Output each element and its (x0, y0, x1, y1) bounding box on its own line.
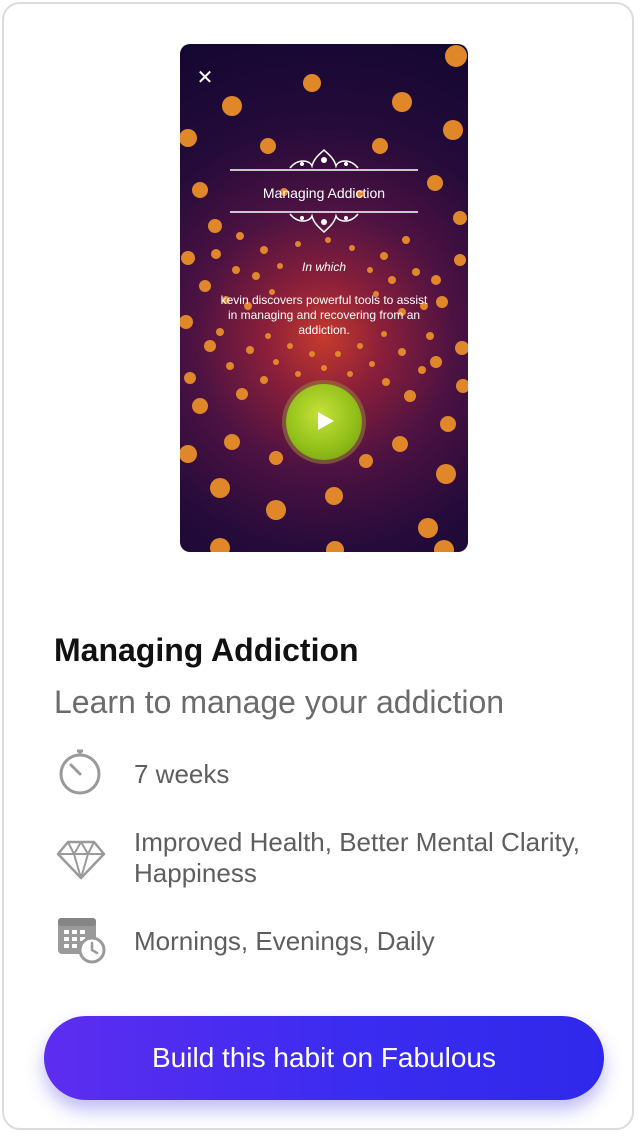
diamond-icon (56, 840, 106, 880)
play-icon (318, 412, 334, 430)
preview-in-which: In which (301, 260, 347, 274)
calendar-clock-icon (58, 918, 106, 964)
stopwatch-icon (59, 749, 101, 795)
preview-description: kevin discovers powerful tools to assist… (220, 293, 428, 337)
habit-preview: ✕ Managing Addiction In which kevin disc… (180, 44, 468, 552)
preview-title: Managing Addiction (262, 185, 386, 201)
habit-title: Managing Addiction (54, 632, 359, 668)
ornament-divider-top (230, 148, 418, 171)
feature-duration: 7 weeks (134, 759, 230, 789)
habit-subtitle: Learn to manage your addiction (54, 684, 505, 720)
build-habit-button[interactable]: Build this habit on Fabulous (44, 1016, 604, 1100)
habit-card: ✕ Managing Addiction In which kevin disc… (2, 2, 634, 1130)
ornament-divider-bottom (230, 211, 418, 234)
feature-benefits: Improved Health, Better Mental Clarity, … (134, 827, 581, 888)
play-button[interactable] (286, 384, 362, 460)
close-icon[interactable]: ✕ (194, 66, 216, 88)
feature-schedule: Mornings, Evenings, Daily (134, 926, 435, 956)
